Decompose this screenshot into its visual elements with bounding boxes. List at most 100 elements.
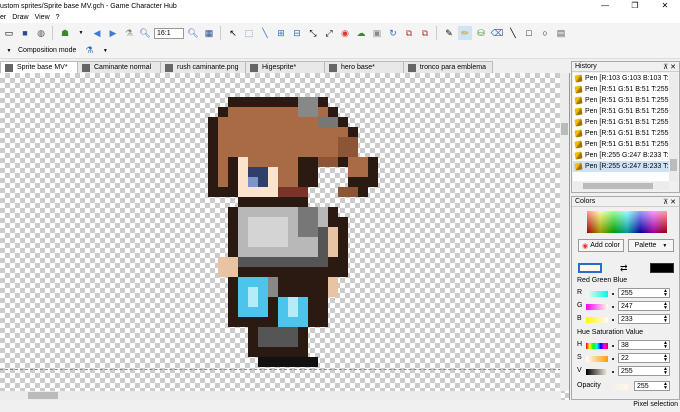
history-horizontal-scrollbar[interactable] [573, 182, 669, 190]
pen-icon[interactable]: ✏ [458, 26, 472, 40]
scroll-thumb[interactable] [583, 183, 653, 189]
web-icon[interactable]: ◍ [34, 26, 48, 40]
history-item[interactable]: Pen [R:103 G:103 B:103 T: [573, 73, 669, 84]
saturation-slider[interactable] [586, 356, 608, 362]
panel-pin-icon[interactable]: ⊼ ✕ [663, 198, 676, 206]
scroll-thumb[interactable] [28, 392, 58, 399]
spin-arrows-icon[interactable]: ▲ ▼ [662, 289, 669, 298]
history-item[interactable]: Pen [R:51 G:51 B:51 T:255 [573, 117, 669, 128]
history-vertical-scrollbar[interactable] [669, 73, 678, 181]
spin-arrows-icon[interactable]: ▲ ▼ [662, 382, 669, 391]
grid-icon[interactable]: ▦ [202, 26, 216, 40]
color-wheel-icon[interactable]: ◉ [338, 26, 352, 40]
zoom-in-icon[interactable]: 🔍︎ [186, 26, 200, 40]
blue-value-field[interactable]: 233 ▲ ▼ [618, 314, 670, 324]
add-color-button[interactable]: ◉ Add color [578, 239, 624, 252]
save-icon[interactable]: ■ [18, 26, 32, 40]
menu-item-help[interactable]: ? [56, 14, 60, 21]
eyedropper-icon[interactable]: ✎ [442, 26, 456, 40]
close-button[interactable]: ✕ [650, 0, 680, 12]
remove-frame-icon[interactable]: ⊟ [290, 26, 304, 40]
slider-handle[interactable] [612, 345, 614, 347]
scroll-thumb[interactable] [670, 159, 677, 171]
flask-icon[interactable]: ⚗ [82, 44, 96, 58]
history-item[interactable]: Pen [R:51 G:51 B:51 T:255 [573, 139, 669, 150]
line-tool-icon[interactable]: ╲ [506, 26, 520, 40]
history-item[interactable]: Pen [R:51 G:51 B:51 T:255 [573, 106, 669, 117]
character-icon[interactable]: ☗ [58, 26, 72, 40]
select-rect-icon[interactable]: ⬚ [242, 26, 256, 40]
spin-arrows-icon[interactable]: ▲ ▼ [662, 354, 669, 363]
new-file-icon[interactable]: ▭ [2, 26, 16, 40]
move-layer-icon[interactable]: ⤢ [322, 26, 336, 40]
hue-slider[interactable] [586, 343, 608, 349]
slider-handle[interactable] [612, 293, 614, 295]
colorize-icon[interactable]: ☁ [354, 26, 368, 40]
character-sprite[interactable] [198, 87, 388, 377]
opacity-slider[interactable] [606, 384, 628, 390]
history-list[interactable]: Pen [R:103 G:103 B:103 T: Pen [R:51 G:51… [573, 73, 669, 181]
tab-caminante-normal[interactable]: Caminante normal [77, 61, 161, 73]
rotate-icon[interactable]: ↻ [386, 26, 400, 40]
spin-arrows-icon[interactable]: ▲ ▼ [662, 341, 669, 350]
dropdown-arrow-icon[interactable]: ▼ [98, 44, 112, 58]
dropdown-arrow-icon[interactable]: ▼ [2, 44, 16, 58]
color-palette-grid[interactable] [587, 211, 667, 233]
swap-colors-icon[interactable]: ⇄ [620, 263, 628, 274]
tab-rush-caminante[interactable]: rush caminante.png [160, 61, 246, 73]
spin-arrows-icon[interactable]: ▲ ▼ [662, 302, 669, 311]
tab-higesprite[interactable]: Higesprite* [245, 61, 325, 73]
maximize-button[interactable]: ❐ [620, 0, 650, 12]
menu-item-draw[interactable]: Draw [12, 14, 28, 21]
pointer-icon[interactable]: ↖ [226, 26, 240, 40]
slider-handle[interactable] [612, 358, 614, 360]
slider-handle[interactable] [612, 319, 614, 321]
flip-icon[interactable]: ⧉ [418, 26, 432, 40]
minimize-button[interactable]: — [590, 0, 620, 12]
primary-color-swatch[interactable] [578, 263, 602, 273]
rectangle-tool-icon[interactable]: □ [522, 26, 536, 40]
eraser-icon[interactable]: ⌫ [490, 26, 504, 40]
gradient-tool-icon[interactable]: ▤ [554, 26, 568, 40]
spin-arrows-icon[interactable]: ▲ ▼ [662, 315, 669, 324]
dropdown-arrow-icon[interactable]: ▼ [74, 26, 88, 40]
hue-icon[interactable]: ▣ [370, 26, 384, 40]
hue-value-field[interactable]: 38 ▲ ▼ [618, 340, 670, 350]
secondary-color-swatch[interactable] [650, 263, 674, 273]
slider-handle[interactable] [612, 371, 614, 373]
history-item[interactable]: Pen [R:51 G:51 B:51 T:255 [573, 128, 669, 139]
spin-arrows-icon[interactable]: ▲ ▼ [662, 367, 669, 376]
forward-arrow-icon[interactable]: ▶ [106, 26, 120, 40]
canvas-horizontal-scrollbar[interactable] [0, 391, 561, 400]
scroll-thumb[interactable] [561, 123, 568, 135]
green-value-field[interactable]: 247 ▲ ▼ [618, 301, 670, 311]
drawing-canvas[interactable] [0, 73, 570, 400]
history-item[interactable]: Pen [R:51 G:51 B:51 T:255 [573, 84, 669, 95]
history-item[interactable]: Pen [R:51 G:51 B:51 T:255 [573, 95, 669, 106]
red-value-field[interactable]: 255 ▲ ▼ [618, 288, 670, 298]
history-item-selected[interactable]: Pen [R:255 G:247 B:233 T: [573, 161, 669, 172]
palette-dropdown[interactable]: Palette ▼ [628, 239, 674, 252]
mirror-icon[interactable]: ⧉ [402, 26, 416, 40]
line-select-icon[interactable]: ╲ [258, 26, 272, 40]
zoom-out-icon[interactable]: 🔍︎ [138, 26, 152, 40]
blue-slider[interactable] [586, 317, 608, 323]
tab-hero-base[interactable]: hero base* [324, 61, 404, 73]
value-slider[interactable] [586, 369, 608, 375]
slider-handle[interactable] [612, 306, 614, 308]
fill-bucket-icon[interactable]: ⛁ [474, 26, 488, 40]
panel-pin-icon[interactable]: ⊼ ✕ [663, 63, 676, 71]
menu-item-user[interactable]: er [0, 14, 6, 21]
saturation-value-field[interactable]: 22 ▲ ▼ [618, 353, 670, 363]
tab-sprite-base-mv[interactable]: Sprite base MV* [0, 61, 78, 73]
back-arrow-icon[interactable]: ◀ [90, 26, 104, 40]
canvas-vertical-scrollbar[interactable] [560, 73, 569, 391]
red-slider[interactable] [586, 291, 608, 297]
green-slider[interactable] [586, 304, 608, 310]
opacity-value-field[interactable]: 255 ▲ ▼ [634, 381, 670, 391]
flask-icon[interactable]: ⚗ [122, 26, 136, 40]
ellipse-tool-icon[interactable]: ○ [538, 26, 552, 40]
zoom-level-field[interactable]: 16:1 [154, 27, 184, 39]
move-icon[interactable]: ⤡ [306, 26, 320, 40]
menu-item-view[interactable]: View [35, 14, 50, 21]
